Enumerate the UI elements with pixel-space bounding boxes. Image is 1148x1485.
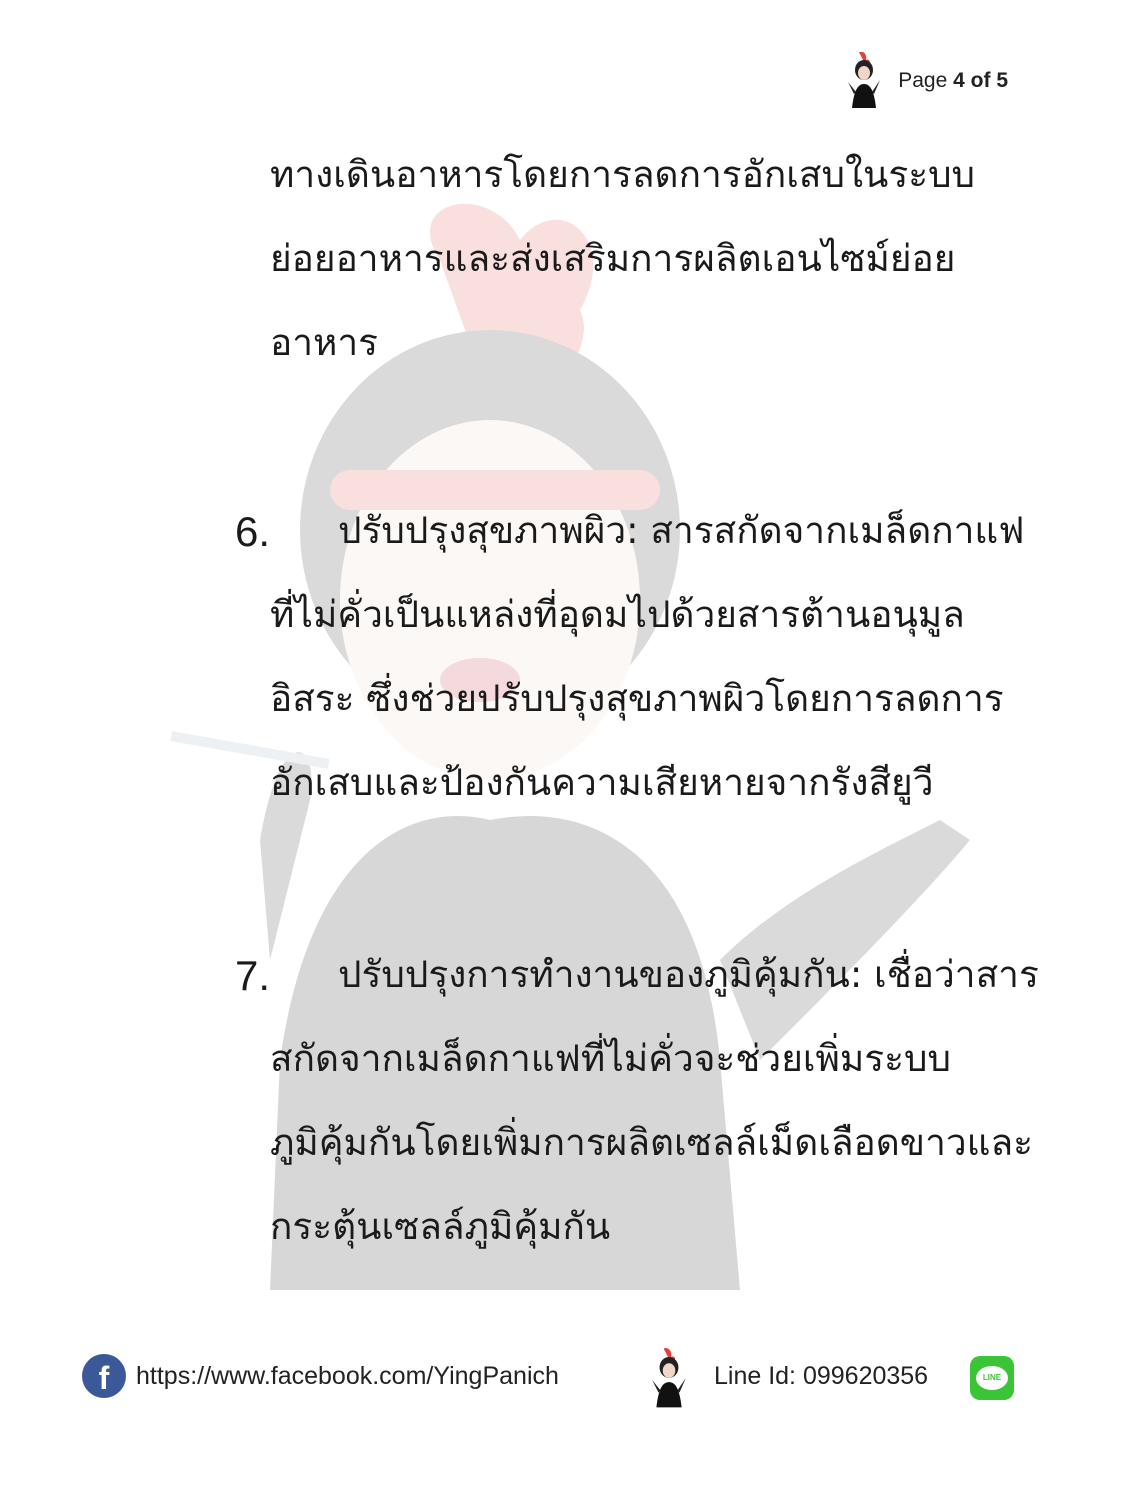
body-line: ทางเดินอาหารโดยการลดการอักเสบในระบบ <box>270 153 976 196</box>
of-word: of <box>970 69 991 92</box>
item-number: 6. <box>235 508 271 555</box>
facebook-icon[interactable]: f <box>82 1354 126 1398</box>
page-prefix: Page <box>898 69 948 92</box>
current-page: 4 <box>953 69 965 92</box>
body-line: กระตุ้นเซลล์ภูมิคุ้มกัน <box>270 1205 611 1248</box>
body-line: ย่อยอาหารและส่งเสริมการผลิตเอนไซม์ย่อย <box>270 237 956 280</box>
item-heading-line: ปรับปรุงสุขภาพผิว: สารสกัดจากเมล็ดกาแฟ <box>338 509 1025 552</box>
body-line: ภูมิคุ้มกันโดยเพิ่มการผลิตเซลล์เม็ดเลือด… <box>270 1121 1034 1164</box>
facebook-link[interactable]: https://www.facebook.com/YingPanich <box>136 1362 559 1391</box>
page-indicator: Page 4 of 5 <box>898 69 1008 93</box>
body-line: อักเสบและป้องกันความเสียหายจากรังสียูวี <box>270 761 934 804</box>
line-icon-label: LINE <box>976 1366 1008 1390</box>
page-header: Page 4 of 5 <box>844 52 1008 110</box>
body-line: สกัดจากเมล็ดกาแฟที่ไม่คั่วจะช่วยเพิ่มระบ… <box>270 1037 952 1080</box>
body-line: อิสระ ซึ่งช่วยปรับปรุงสุขภาพผิวโดยการลดก… <box>270 677 1004 720</box>
total-pages: 5 <box>996 69 1008 92</box>
lady-mascot-icon <box>652 1348 686 1408</box>
page-footer: f https://www.facebook.com/YingPanich Li… <box>82 1348 1018 1408</box>
body-line: ที่ไม่คั่วเป็นแหล่งที่อุดมไปด้วยสารต้านอ… <box>270 593 965 636</box>
line-id-text: Line Id: 099620356 <box>714 1362 929 1390</box>
body-line: อาหาร <box>270 321 379 364</box>
item-number: 7. <box>235 952 271 999</box>
item-heading-line: ปรับปรุงการทำงานของภูมิคุ้มกัน: เชื่อว่า… <box>338 953 1039 996</box>
lady-mascot-icon <box>848 52 881 108</box>
line-app-icon[interactable]: LINE <box>970 1356 1014 1400</box>
